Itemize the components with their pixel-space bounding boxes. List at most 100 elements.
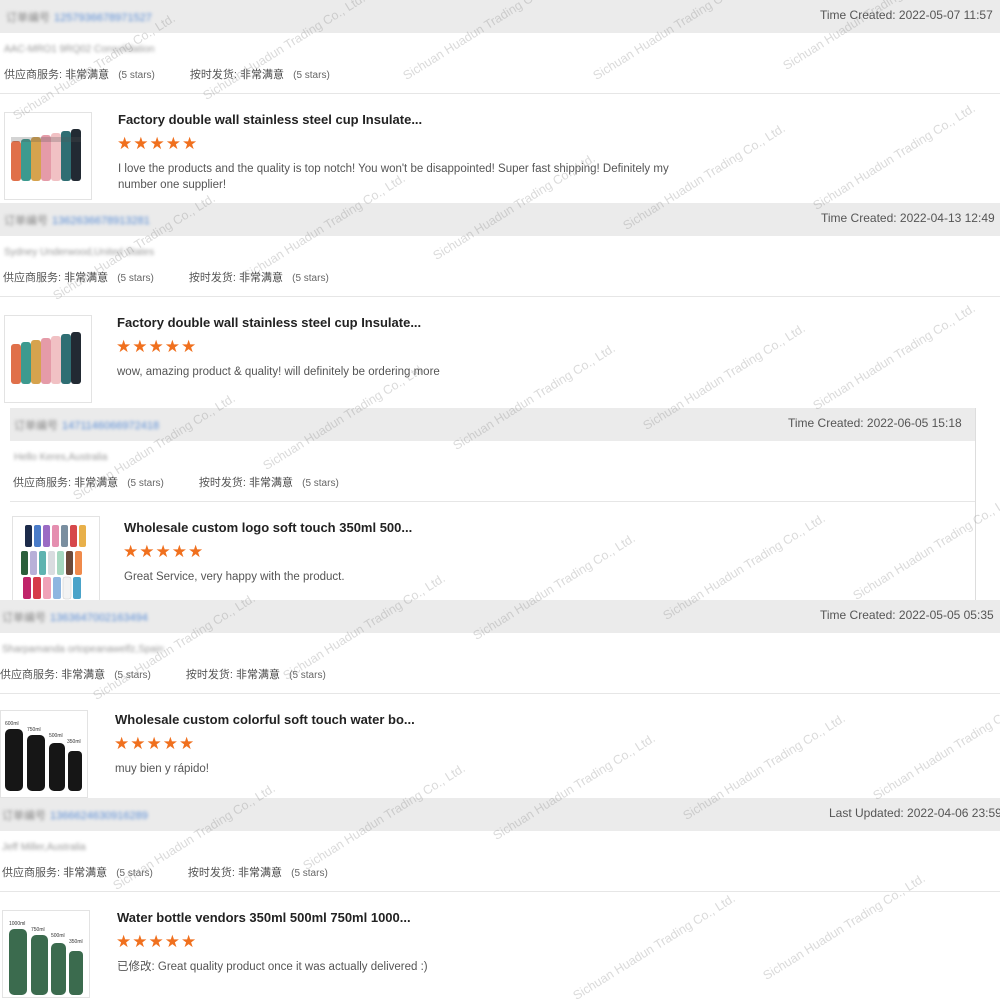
order-label: 订单编号 [4, 215, 48, 227]
product-thumbnail[interactable] [4, 112, 92, 200]
on-time-delivery-stars: (5 stars) [293, 70, 330, 81]
review-text: I love the products and the quality is t… [118, 163, 669, 191]
bottle-size-label: 350ml [67, 739, 81, 745]
rating-stars: ★★★★★ [117, 134, 199, 153]
supplier-service-value: 非常满意 [63, 867, 108, 879]
on-time-delivery-value: 非常满意 [249, 477, 294, 489]
buyer-info: AAC-MRO1 9RQ02 Consolidation [4, 44, 155, 55]
bottle-size-label: 750ml [27, 727, 41, 733]
rating-row: 供应商服务: 非常满意 (5 stars) 按时发货: 非常满意 (5 star… [3, 269, 329, 285]
review-text: 已修改: Great quality product once it was a… [117, 961, 428, 973]
time-created: Time Created: 2022-05-05 05:35 [820, 608, 994, 622]
order-link[interactable]: 1362636678913281 [52, 215, 150, 227]
product-title[interactable]: Factory double wall stainless steel cup … [117, 315, 421, 330]
on-time-delivery-value: 非常满意 [240, 69, 285, 81]
review-card: 订单编号 1257936678971527 Time Created: 2022-… [0, 0, 1000, 200]
supplier-service-label: 供应商服务: [4, 69, 63, 81]
supplier-service-stars: (5 stars) [114, 670, 151, 681]
review-card: 订单编号 1366624630916289 Last Updated: 2022-… [0, 798, 1000, 998]
product-title[interactable]: Water bottle vendors 350ml 500ml 750ml 1… [117, 910, 411, 925]
buyer-info: Hello Keres,Australia [14, 452, 108, 463]
rating-row: 供应商服务: 非常满意 (5 stars) 按时发货: 非常满意 (5 star… [0, 666, 326, 682]
on-time-delivery-stars: (5 stars) [302, 478, 339, 489]
on-time-delivery-label: 按时发货: [188, 272, 236, 284]
review-text: Great Service, very happy with the produ… [124, 571, 345, 583]
bottle-size-label: 350ml [69, 939, 83, 945]
review-card: 订单编号 1471146066972418 Time Created: 2022-… [10, 408, 975, 608]
supplier-service-stars: (5 stars) [127, 478, 164, 489]
bottle-size-label: 750ml [31, 927, 45, 933]
pastel-bottles-image [11, 332, 81, 384]
bottle-size-label: 500ml [49, 733, 63, 739]
colorful-bottles-image [21, 525, 86, 600]
bottle-size-label: 1000ml [9, 921, 25, 927]
product-thumbnail[interactable] [12, 516, 100, 604]
panel-border [975, 408, 976, 608]
supplier-service-value: 非常满意 [65, 69, 110, 81]
divider [10, 501, 975, 502]
time-created: Time Created: 2022-05-07 11:57 [820, 8, 993, 22]
order-label: 订单编号 [2, 810, 46, 822]
bottle-size-label: 500ml [51, 933, 65, 939]
product-thumbnail[interactable] [4, 315, 92, 403]
on-time-delivery-value: 非常满意 [239, 272, 284, 284]
black-bottles-image: 600ml 750ml 500ml 350ml [5, 721, 82, 791]
divider [0, 93, 1000, 94]
buyer-info: Sydney Underwood,United States [4, 247, 155, 258]
order-label: 订单编号 [2, 612, 46, 624]
rating-row: 供应商服务: 非常满意 (5 stars) 按时发货: 非常满意 (5 star… [4, 66, 330, 82]
on-time-delivery-label: 按时发货: [198, 477, 246, 489]
order-number[interactable]: 订单编号 1257936678971527 [6, 9, 152, 25]
rating-row: 供应商服务: 非常满意 (5 stars) 按时发货: 非常满意 (5 star… [13, 474, 339, 490]
order-number[interactable]: 订单编号 1471146066972418 [14, 417, 159, 433]
on-time-delivery-label: 按时发货: [185, 669, 233, 681]
rating-stars: ★★★★★ [116, 337, 198, 356]
review-card: 订单编号 1363647002163494 Time Created: 2022-… [0, 600, 1000, 800]
divider [0, 296, 1000, 297]
product-title[interactable]: Wholesale custom logo soft touch 350ml 5… [124, 520, 412, 535]
on-time-delivery-label: 按时发货: [189, 69, 237, 81]
on-time-delivery-value: 非常满意 [236, 669, 281, 681]
rating-stars: ★★★★★ [114, 734, 196, 753]
order-number[interactable]: 订单编号 1366624630916289 [2, 807, 148, 823]
order-link[interactable]: 1257936678971527 [54, 12, 152, 24]
rating-row: 供应商服务: 非常满意 (5 stars) 按时发货: 非常满意 (5 star… [2, 864, 328, 880]
order-label: 订单编号 [6, 12, 50, 24]
on-time-delivery-label: 按时发货: [187, 867, 235, 879]
order-link[interactable]: 1471146066972418 [62, 420, 159, 432]
supplier-service-label: 供应商服务: [0, 669, 59, 681]
supplier-service-label: 供应商服务: [3, 272, 62, 284]
on-time-delivery-stars: (5 stars) [292, 273, 329, 284]
review-text: muy bien y rápido! [115, 763, 209, 775]
order-link[interactable]: 1366624630916289 [50, 810, 148, 822]
rating-stars: ★★★★★ [123, 542, 205, 561]
time-created: Time Created: 2022-04-13 12:49 [821, 211, 995, 225]
rating-stars: ★★★★★ [116, 932, 198, 951]
supplier-service-stars: (5 stars) [117, 273, 154, 284]
supplier-service-value: 非常满意 [64, 272, 109, 284]
product-thumbnail[interactable]: 600ml 750ml 500ml 350ml [0, 710, 88, 798]
time-created: Time Created: 2022-06-05 15:18 [788, 416, 962, 430]
product-title[interactable]: Factory double wall stainless steel cup … [118, 112, 422, 127]
order-number[interactable]: 订单编号 1362636678913281 [4, 212, 150, 228]
last-updated: Last Updated: 2022-04-06 23:59 [829, 806, 1000, 820]
review-text: wow, amazing product & quality! will def… [117, 366, 440, 378]
on-time-delivery-stars: (5 stars) [291, 868, 328, 879]
on-time-delivery-value: 非常满意 [238, 867, 283, 879]
order-link[interactable]: 1363647002163494 [50, 612, 148, 624]
buyer-info: Jeff Miller,Australia [2, 842, 86, 853]
order-label: 订单编号 [14, 420, 58, 432]
bottle-size-label: 600ml [5, 721, 19, 727]
order-number[interactable]: 订单编号 1363647002163494 [2, 609, 148, 625]
green-bottles-image: 1000ml 750ml 500ml 350ml [9, 921, 83, 995]
product-thumbnail[interactable]: 1000ml 750ml 500ml 350ml [2, 910, 90, 998]
review-card: 订单编号 1362636678913281 Time Created: 2022-… [0, 203, 1000, 403]
pastel-bottles-image [11, 129, 81, 181]
supplier-service-value: 非常满意 [61, 669, 106, 681]
divider [0, 891, 1000, 892]
supplier-service-value: 非常满意 [74, 477, 119, 489]
on-time-delivery-stars: (5 stars) [289, 670, 326, 681]
product-title[interactable]: Wholesale custom colorful soft touch wat… [115, 712, 415, 727]
supplier-service-stars: (5 stars) [118, 70, 155, 81]
supplier-service-label: 供应商服务: [2, 867, 61, 879]
